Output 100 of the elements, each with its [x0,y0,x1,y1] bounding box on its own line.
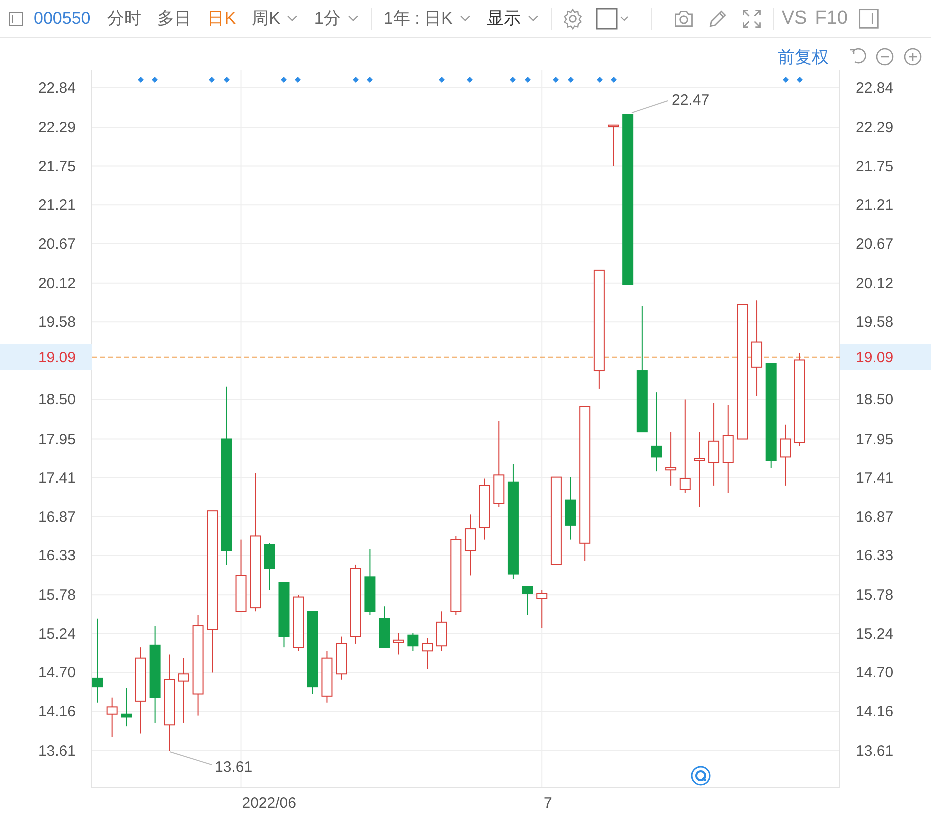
price-axis-label: 17.95 [38,431,76,448]
zoom-out-icon[interactable] [876,48,894,66]
display-dropdown[interactable]: 显示 [480,7,546,30]
caret-icon[interactable] [460,15,471,22]
price-axis-label: 14.16 [38,704,76,720]
price-axis-label: 22.29 [38,120,76,136]
event-marker-icon[interactable] [553,77,559,83]
price-axis-label: 16.87 [38,508,76,526]
adjust-link[interactable]: 前复权 [778,48,829,68]
settings-icon[interactable] [562,8,584,30]
candlestick [666,432,677,486]
price-axis-label: 20.67 [38,236,76,253]
price-axis-label: 22.29 [856,120,894,136]
candlestick [336,636,348,680]
price-axis-label: 19.58 [38,314,76,332]
date-axis-label: 2022/06 [242,795,296,812]
leader-line [170,752,212,766]
caret-icon[interactable] [287,15,298,22]
candlestick [106,697,118,738]
price-axis-label: 21.21 [856,197,894,214]
price-axis-label: 16.33 [856,548,894,565]
candlestick [522,586,534,616]
candlestick [565,476,576,540]
event-marker-icon[interactable] [611,77,617,83]
candlestick [278,582,290,648]
leader-line [632,100,668,114]
date-axis-label: 7 [544,795,552,812]
period-dropdown[interactable]: 1年 : 日K [376,7,478,30]
price-axis-label: 13.61 [38,743,76,760]
price-axis-label: 18.50 [856,392,894,409]
period-tab[interactable]: 周K [245,7,306,30]
candlestick [536,590,548,629]
candlestick [178,658,190,724]
event-marker-icon[interactable] [353,77,359,83]
sidebar-toggle-icon[interactable] [8,10,24,26]
caret-icon[interactable] [348,15,359,22]
candlestick [364,548,376,616]
event-marker-icon[interactable] [152,77,158,83]
price-axis-label: 15.78 [856,587,894,604]
price-axis-label: 21.75 [856,158,894,176]
fullscreen-icon[interactable] [740,8,763,30]
event-marker-icon[interactable] [467,77,473,83]
price-axis-label: 22.84 [38,80,76,97]
event-marker-icon[interactable] [224,77,230,83]
caret-icon[interactable] [528,15,539,22]
candlestick [408,632,419,652]
current-price-label: 19.09 [38,349,76,366]
price-axis-label: 17.95 [856,431,894,448]
period-tab[interactable]: 分时 [100,7,149,30]
event-marker-icon[interactable] [281,77,287,83]
price-axis-label: 16.33 [38,548,76,565]
price-axis-label: 20.12 [856,275,894,292]
candlestick [780,424,792,486]
event-marker-icon[interactable] [597,77,603,83]
stock-code: 000550 [34,8,91,28]
price-axis-label: 15.78 [38,587,76,604]
price-axis-label: 21.75 [38,158,76,176]
event-marker-icon[interactable] [568,77,574,83]
candlestick [264,542,276,591]
event-marker-icon[interactable] [783,77,789,83]
price-axis-label: 17.41 [856,470,894,488]
price-axis-label: 15.24 [856,626,894,643]
event-marker-icon[interactable] [439,77,445,83]
period-tab[interactable]: 多日 [150,7,199,30]
price-axis-label: 15.24 [38,626,76,643]
candlestick [422,638,433,670]
price-axis-label: 18.50 [38,392,76,409]
event-marker-icon[interactable] [510,77,516,83]
candlestick [379,606,390,648]
event-marker-icon[interactable] [797,77,803,83]
price-axis-label: 22.84 [856,80,894,97]
low-price-label: 13.61 [215,759,253,776]
price-axis-label: 14.70 [856,664,894,682]
event-marker-icon[interactable] [367,77,373,83]
price-axis-label: 20.12 [38,275,76,292]
candlestick [608,124,620,167]
event-marker-icon[interactable] [209,77,215,83]
candlestick [479,478,490,540]
price-axis-label: 16.87 [856,508,894,526]
price-axis-label: 17.41 [38,470,76,488]
event-marker-icon[interactable] [295,77,301,83]
candlestick [393,632,404,656]
candlestick [465,514,476,576]
undo-icon[interactable] [850,48,866,64]
price-axis-label: 14.16 [856,704,894,720]
price-axis-label: 13.61 [856,743,894,760]
candlestick [121,688,132,728]
event-marker-icon[interactable] [138,77,144,83]
search-circle-icon[interactable] [691,766,711,786]
candlestick [436,611,448,652]
candlestick [322,650,333,704]
chart-style-dropdown-icon[interactable] [596,8,630,30]
price-axis-label: 14.70 [38,664,76,682]
panel-toggle-icon[interactable] [858,8,880,30]
period-tab[interactable]: 1分 [307,7,366,30]
price-axis-label: 21.21 [38,197,76,214]
event-marker-icon[interactable] [525,77,531,83]
zoom-in-icon[interactable] [904,48,922,66]
current-price-label: 19.09 [856,349,894,366]
price-axis-label: 19.58 [856,314,894,332]
